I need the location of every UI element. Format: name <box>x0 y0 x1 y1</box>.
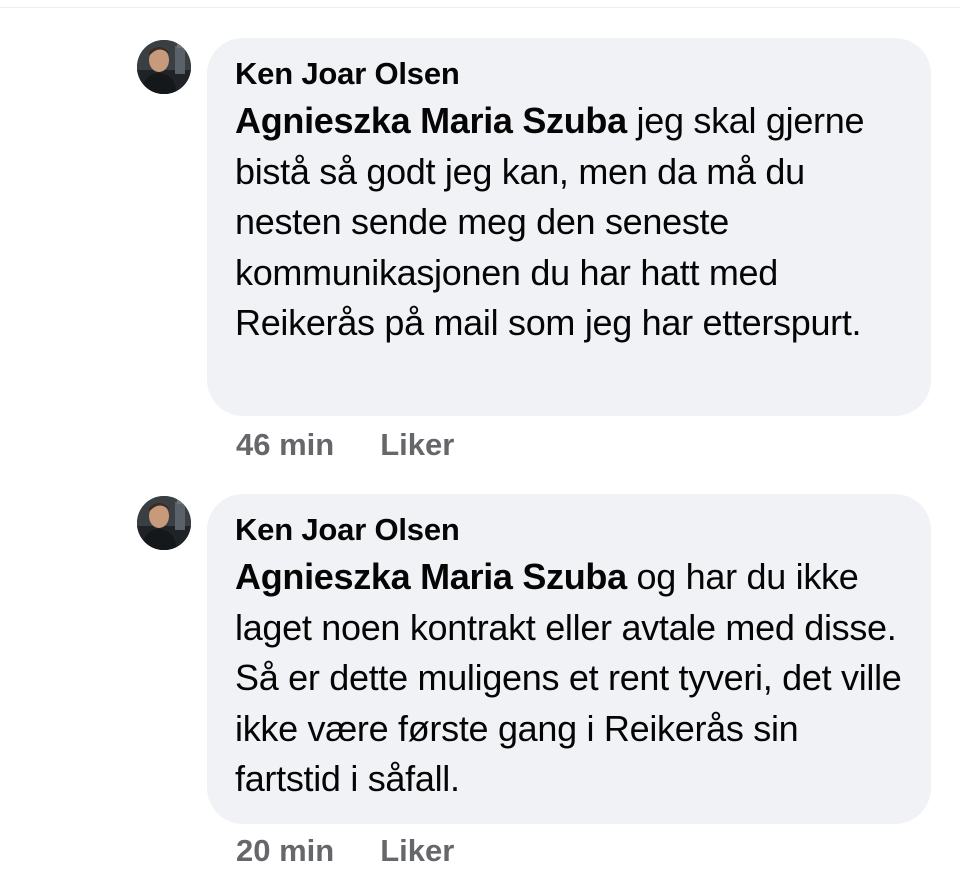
comment-text: Agnieszka Maria Szuba jeg skal gjerne bi… <box>235 96 903 349</box>
comment-timestamp[interactable]: 20 min <box>236 833 334 869</box>
comment-bubble: Ken Joar Olsen Agnieszka Maria Szuba jeg… <box>207 38 931 416</box>
like-button[interactable]: Liker <box>380 833 454 869</box>
avatar[interactable] <box>137 496 191 550</box>
comment-mention[interactable]: Agnieszka Maria Szuba <box>235 556 627 597</box>
comment-timestamp[interactable]: 46 min <box>236 427 334 463</box>
avatar[interactable] <box>137 40 191 94</box>
comment-text: Agnieszka Maria Szuba og har du ikke lag… <box>235 552 903 805</box>
top-divider <box>0 0 960 8</box>
profile-photo-icon <box>137 40 191 94</box>
comment-bubble: Ken Joar Olsen Agnieszka Maria Szuba og … <box>207 494 931 824</box>
comment-meta: 20 min Liker <box>236 833 454 869</box>
comment-author[interactable]: Ken Joar Olsen <box>235 512 903 548</box>
profile-photo-icon <box>137 496 191 550</box>
comment-author[interactable]: Ken Joar Olsen <box>235 56 903 92</box>
comment-meta: 46 min Liker <box>236 427 454 463</box>
like-button[interactable]: Liker <box>380 427 454 463</box>
comment-mention[interactable]: Agnieszka Maria Szuba <box>235 100 627 141</box>
